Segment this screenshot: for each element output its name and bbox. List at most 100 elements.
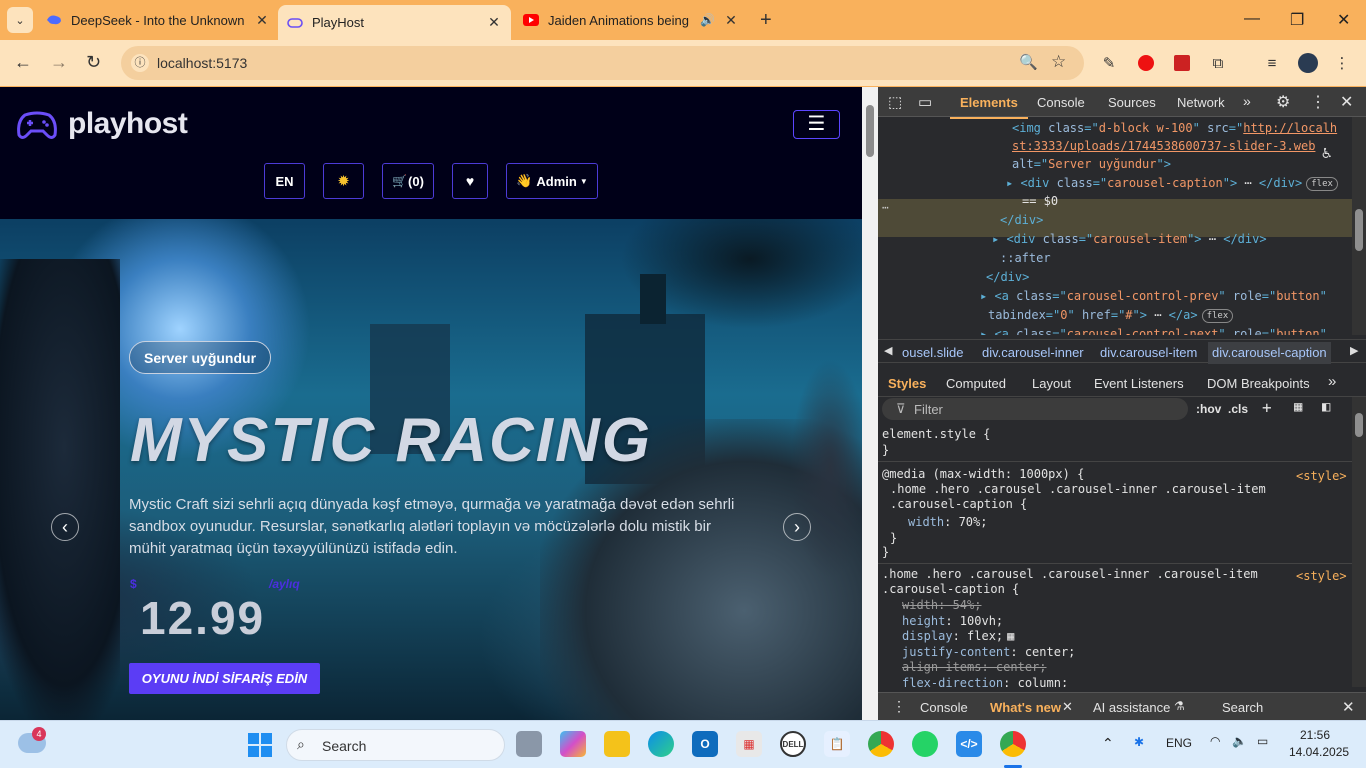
- dom-node-line[interactable]: </div>: [986, 269, 1029, 285]
- more-tabs-icon[interactable]: »: [1328, 373, 1336, 390]
- store-icon[interactable]: ▦: [736, 731, 762, 757]
- css-declaration[interactable]: justify-content: center;: [902, 645, 1075, 660]
- speaker-icon[interactable]: 🔊: [700, 13, 715, 27]
- rule-source-link[interactable]: <style>: [1296, 469, 1347, 484]
- language-button[interactable]: EN: [264, 163, 305, 199]
- tab-sources[interactable]: Sources: [1108, 95, 1156, 110]
- whatsapp-icon[interactable]: [912, 731, 938, 757]
- computed-styles-icon[interactable]: ▦: [1294, 399, 1302, 415]
- vscode-icon[interactable]: </>: [956, 731, 982, 757]
- profile-avatar[interactable]: [1298, 53, 1318, 73]
- rule-source-link[interactable]: <style>: [1296, 569, 1347, 584]
- minimize-icon[interactable]: —: [1244, 10, 1260, 28]
- tab-elements[interactable]: Elements: [950, 95, 1028, 119]
- wifi-icon[interactable]: ◠: [1210, 734, 1220, 748]
- forward-icon[interactable]: →: [50, 52, 68, 73]
- close-window-icon[interactable]: ✕: [1337, 10, 1350, 30]
- clock-date[interactable]: 14.04.2025: [1289, 745, 1349, 759]
- outlook-icon[interactable]: O: [692, 731, 718, 757]
- bookmark-star-icon[interactable]: ☆: [1051, 52, 1066, 72]
- sidebar-toggle-icon[interactable]: ◧: [1322, 399, 1330, 415]
- start-windows-icon[interactable]: [248, 733, 272, 762]
- device-toolbar-icon[interactable]: ▭: [918, 93, 932, 111]
- order-game-button[interactable]: OYUNU İNDİ SİFARİŞ EDİN: [129, 663, 320, 694]
- drawer-tab-ai-assistance[interactable]: AI assistance: [1093, 700, 1170, 715]
- extensions-puzzle-icon[interactable]: ⧉: [1208, 53, 1228, 73]
- styles-scrollbar[interactable]: [1352, 397, 1366, 687]
- dom-node-line[interactable]: ▸ <div class="carousel-caption"> ⋯ </div…: [1006, 175, 1338, 191]
- site-info-icon[interactable]: ⓘ: [131, 54, 149, 72]
- tab-computed[interactable]: Computed: [946, 376, 1006, 391]
- dom-scrollbar[interactable]: [1352, 117, 1366, 335]
- close-drawer-icon[interactable]: ✕: [1342, 698, 1355, 716]
- tab-console[interactable]: Console: [1037, 95, 1085, 110]
- tab-dom-breakpoints[interactable]: DOM Breakpoints: [1207, 376, 1310, 391]
- breadcrumb-left-icon[interactable]: ◀: [884, 344, 892, 357]
- dom-node-line[interactable]: <img class="d-block w-100" src="http://l…: [1012, 120, 1337, 136]
- address-bar[interactable]: ⓘ localhost:5173 🔍 ☆: [121, 46, 1084, 80]
- dom-tree[interactable]: ⋯ <img class="d-block w-100" src="http:/…: [878, 117, 1352, 335]
- close-tab-icon[interactable]: ✕: [486, 14, 502, 31]
- breadcrumb-item[interactable]: div.carousel-item: [1100, 345, 1197, 360]
- dom-node-line[interactable]: ▸ <a class="carousel-control-next" role=…: [980, 326, 1327, 335]
- site-logo[interactable]: playhost: [68, 107, 188, 141]
- styles-rules[interactable]: element.style { } @media (max-width: 100…: [878, 423, 1352, 687]
- pen-extension-icon[interactable]: ✎: [1099, 53, 1119, 73]
- file-explorer-icon[interactable]: [604, 731, 630, 757]
- language-indicator[interactable]: ENG: [1166, 736, 1192, 750]
- cls-toggle[interactable]: .cls: [1228, 402, 1248, 416]
- clock-time[interactable]: 21:56: [1300, 728, 1330, 742]
- css-declaration[interactable]: align-items: center;: [902, 660, 1047, 675]
- css-declaration[interactable]: flex-direction: column;: [902, 676, 1068, 688]
- drawer-tab-search[interactable]: Search: [1222, 700, 1263, 715]
- theme-toggle-button[interactable]: ✹: [323, 163, 364, 199]
- close-drawer-tab-icon[interactable]: ✕: [1062, 699, 1073, 715]
- dom-node-line[interactable]: </div>: [1000, 212, 1043, 228]
- adblock-extension-icon[interactable]: [1172, 53, 1192, 73]
- opera-extension-icon[interactable]: [1136, 53, 1156, 73]
- new-tab-button[interactable]: +: [760, 10, 772, 30]
- close-tab-icon[interactable]: ✕: [723, 12, 739, 29]
- cart-button[interactable]: 🛒 (0): [382, 163, 434, 199]
- url-text[interactable]: localhost:5173: [157, 55, 247, 71]
- styles-filter-input[interactable]: ⊽ Filter: [882, 398, 1188, 420]
- browser-menu-icon[interactable]: ⋮: [1332, 53, 1352, 73]
- tab-layout[interactable]: Layout: [1032, 376, 1071, 391]
- dom-node-line[interactable]: ▸ <a class="carousel-control-prev" role=…: [980, 288, 1327, 304]
- carousel-prev-button[interactable]: ‹: [51, 513, 79, 541]
- devtools-menu-icon[interactable]: ⋮: [1310, 92, 1326, 112]
- tab-deepseek[interactable]: DeepSeek - Into the Unknown ✕: [40, 5, 276, 35]
- tab-network[interactable]: Network: [1177, 95, 1225, 110]
- hov-toggle[interactable]: :hov: [1196, 402, 1221, 416]
- bluetooth-icon[interactable]: ✱: [1134, 735, 1144, 749]
- settings-gear-icon[interactable]: ⚙: [1276, 92, 1290, 112]
- wishlist-button[interactable]: ♥: [452, 163, 488, 199]
- hamburger-menu-button[interactable]: ☰: [793, 110, 840, 139]
- copilot-icon[interactable]: [560, 731, 586, 757]
- dom-node-line[interactable]: ::after: [1000, 250, 1051, 266]
- dom-node-line[interactable]: alt="Server uyğundur">: [1012, 156, 1171, 172]
- reload-icon[interactable]: ↻: [86, 52, 101, 73]
- tab-youtube[interactable]: Jaiden Animations being Jai 🔊 ✕: [516, 5, 746, 35]
- tab-event-listeners[interactable]: Event Listeners: [1094, 376, 1184, 391]
- volume-icon[interactable]: 🔈: [1232, 734, 1247, 748]
- breadcrumb-item-active[interactable]: div.carousel-caption: [1208, 342, 1331, 364]
- zoom-icon[interactable]: 🔍: [1019, 53, 1038, 71]
- tab-playhost[interactable]: PlayHost ✕: [278, 5, 511, 40]
- media-control-icon[interactable]: ≡: [1262, 53, 1282, 73]
- breadcrumb-right-icon[interactable]: ▶: [1350, 344, 1358, 357]
- taskbar-search[interactable]: ⌕ Search: [286, 729, 505, 761]
- tab-styles[interactable]: Styles: [888, 376, 926, 391]
- chrome-icon[interactable]: [868, 731, 894, 757]
- notepad-icon[interactable]: 📋: [824, 731, 850, 757]
- battery-icon[interactable]: ▭: [1257, 734, 1268, 748]
- close-tab-icon[interactable]: ✕: [254, 12, 270, 29]
- admin-dropdown[interactable]: 👋 Admin ▼: [506, 163, 598, 199]
- chrome-active-icon[interactable]: [1000, 731, 1026, 757]
- dom-node-line[interactable]: tabindex="0" href="#"> ⋯ </a> flex: [988, 307, 1234, 323]
- drawer-tab-console[interactable]: Console: [920, 700, 968, 715]
- breadcrumb-item[interactable]: ousel.slide: [902, 345, 963, 360]
- dom-node-line[interactable]: == $0: [1022, 193, 1058, 209]
- css-declaration[interactable]: height: 100vh;: [902, 614, 1003, 629]
- close-devtools-icon[interactable]: ✕: [1340, 92, 1353, 112]
